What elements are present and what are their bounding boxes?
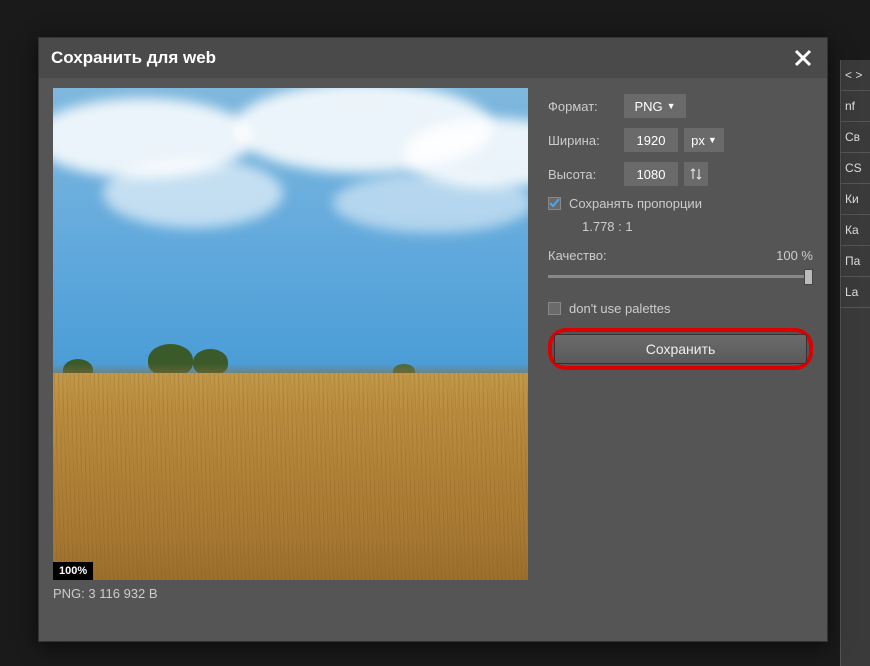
save-button[interactable]: Сохранить — [554, 334, 807, 364]
save-for-web-dialog: Сохранить для web 100% PNG: 3 116 932 B … — [38, 37, 828, 642]
check-icon — [549, 198, 560, 209]
preview-panel: 100% PNG: 3 116 932 B — [53, 88, 528, 631]
bg-tab: Па — [841, 246, 870, 277]
palette-label: don't use palettes — [569, 301, 671, 316]
keep-ratio-checkbox-row[interactable]: Сохранять пропорции — [548, 196, 813, 211]
format-label: Формат: — [548, 99, 618, 114]
quality-slider[interactable] — [548, 269, 813, 283]
quality-value: 100 % — [776, 248, 813, 263]
chevron-down-icon: ▼ — [667, 101, 676, 111]
file-info: PNG: 3 116 932 B — [53, 586, 528, 601]
bg-tab: Ки — [841, 184, 870, 215]
swap-dimensions-button[interactable] — [684, 162, 708, 186]
palette-checkbox[interactable] — [548, 302, 561, 315]
slider-thumb[interactable] — [804, 269, 813, 285]
unit-select[interactable]: px ▼ — [684, 128, 724, 152]
preview-canvas[interactable]: 100% — [53, 88, 528, 580]
ratio-text: 1.778 : 1 — [582, 219, 813, 234]
background-sidebar: < > nf Св CS Ки Ка Па La — [840, 60, 870, 666]
close-button[interactable] — [791, 46, 815, 70]
palette-checkbox-row[interactable]: don't use palettes — [548, 301, 813, 316]
save-button-highlight: Сохранить — [548, 328, 813, 370]
chevron-down-icon: ▼ — [708, 135, 717, 145]
width-label: Ширина: — [548, 133, 618, 148]
bg-tab: Ка — [841, 215, 870, 246]
bg-tab: Св — [841, 122, 870, 153]
settings-panel: Формат: PNG ▼ Ширина: px ▼ Высота: — [548, 88, 813, 631]
keep-ratio-label: Сохранять пропорции — [569, 196, 702, 211]
dialog-title: Сохранить для web — [51, 48, 216, 68]
width-input[interactable] — [624, 128, 678, 152]
height-input[interactable] — [624, 162, 678, 186]
keep-ratio-checkbox[interactable] — [548, 197, 561, 210]
bg-tab: CS — [841, 153, 870, 184]
height-label: Высота: — [548, 167, 618, 182]
zoom-badge: 100% — [53, 562, 93, 580]
bg-tab: < > — [841, 60, 870, 91]
swap-icon — [689, 167, 703, 181]
quality-label: Качество: — [548, 248, 607, 263]
bg-tab: La — [841, 277, 870, 308]
titlebar: Сохранить для web — [39, 38, 827, 78]
close-icon — [794, 49, 812, 67]
format-select[interactable]: PNG ▼ — [624, 94, 686, 118]
bg-tab: nf — [841, 91, 870, 122]
